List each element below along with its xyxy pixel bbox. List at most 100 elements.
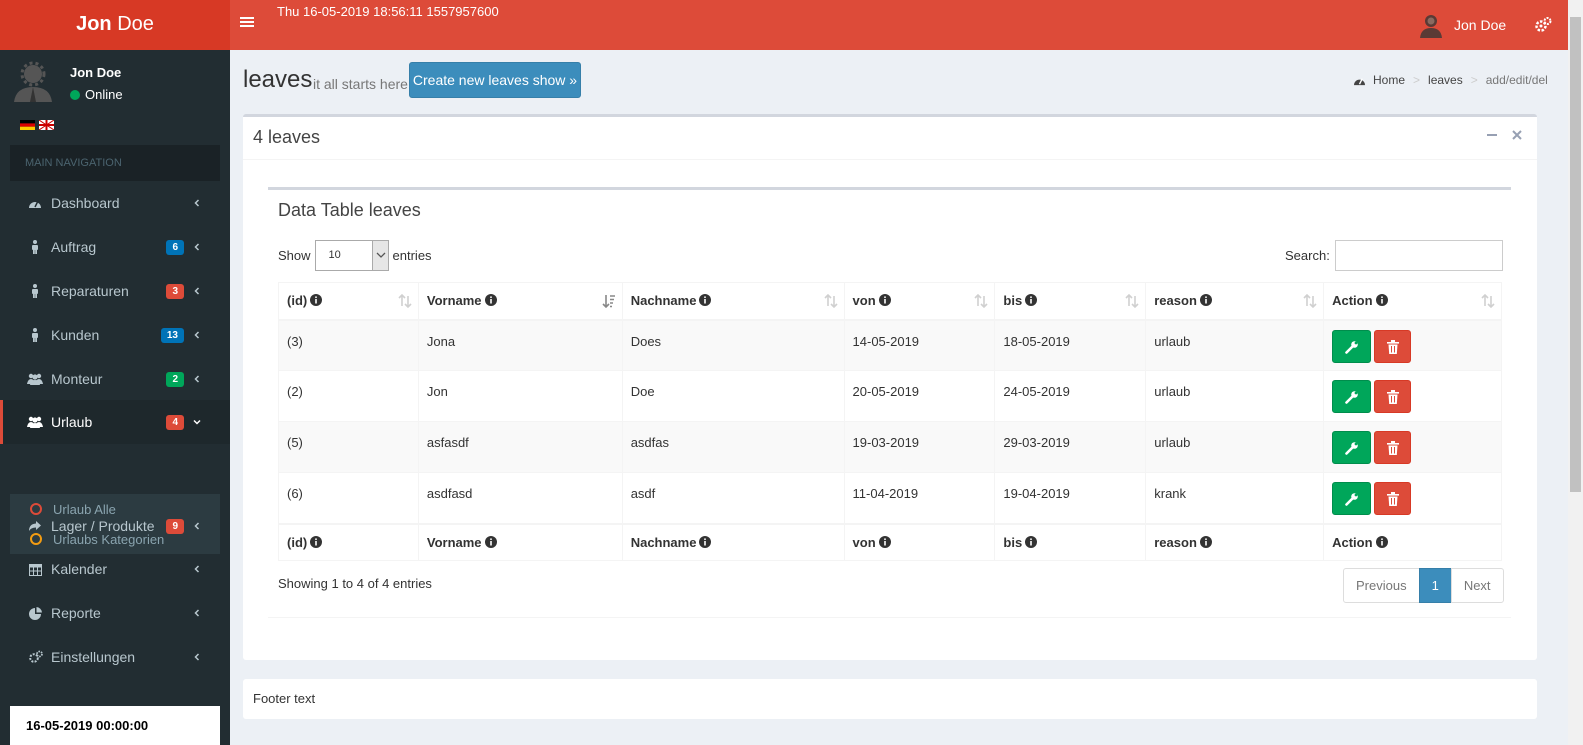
online-dot-icon <box>70 89 80 100</box>
footer-header-vorname: Vorname <box>417 522 623 561</box>
hamburger-menu-icon[interactable] <box>240 15 260 35</box>
column-header-label: Action <box>1332 293 1373 309</box>
column-header-reason[interactable]: reason <box>1145 282 1325 321</box>
pagination-next[interactable]: Next <box>1450 568 1504 603</box>
uk-flag-icon[interactable] <box>39 120 54 130</box>
delete-button[interactable] <box>1374 482 1412 515</box>
sidebar-item-einstellungen[interactable]: Einstellungen <box>0 635 230 679</box>
page-length-select[interactable]: 10 <box>314 240 389 271</box>
logo[interactable]: Jon Doe <box>0 0 230 50</box>
breadcrumb-home[interactable]: Home <box>1373 73 1405 87</box>
edit-button[interactable] <box>1332 482 1372 515</box>
sidebar-item-label: Kalender <box>51 561 108 577</box>
info-icon <box>1375 294 1388 307</box>
person-icon <box>27 327 43 343</box>
page-length-control: Show 10 entries <box>278 240 432 271</box>
cell-bis: 18-05-2019 <box>994 319 1147 371</box>
person-icon <box>27 239 43 255</box>
user-menu[interactable]: Jon Doe <box>1418 12 1506 38</box>
status-indicator: Online <box>70 87 123 102</box>
column-footer-label: reason <box>1154 534 1197 550</box>
delete-button[interactable] <box>1374 329 1412 363</box>
share-icon <box>27 518 43 534</box>
sidebar-item-kunden[interactable]: Kunden 13 <box>0 313 230 357</box>
entries-label: entries <box>392 248 432 263</box>
sort-icon <box>1125 294 1139 308</box>
delete-button[interactable] <box>1374 431 1412 464</box>
breadcrumb-leaves[interactable]: leaves <box>1428 73 1463 87</box>
info-icon <box>1199 294 1212 307</box>
count-badge: 6 <box>166 239 184 255</box>
logo-second: Doe <box>111 13 154 35</box>
breadcrumb-separator: > <box>1413 73 1421 87</box>
edit-button[interactable] <box>1332 380 1372 413</box>
info-icon <box>484 535 497 548</box>
sidebar-item-label: Einstellungen <box>51 649 136 665</box>
column-header-bis[interactable]: bis <box>994 282 1147 321</box>
sidebar-item-monteur[interactable]: Monteur 2 <box>0 357 230 401</box>
sidebar-item-dashboard[interactable]: Dashboard <box>0 181 230 225</box>
page-length-value: 10 <box>328 249 341 261</box>
cell-nachname: asdfas <box>621 421 845 473</box>
pagination-previous[interactable]: Previous <box>1343 568 1420 603</box>
footer-header-id: (id) <box>278 522 419 561</box>
data-table-box: Data Table leaves Show 10 entries Search… <box>268 187 1511 618</box>
search-label: Search: <box>1285 248 1330 263</box>
search-input[interactable] <box>1334 240 1503 271</box>
cell-nachname: asdf <box>621 472 845 524</box>
box-header-divider <box>243 159 1537 160</box>
leaves-table: (id) Vorname Nachname von bis reason Act… <box>278 282 1502 561</box>
sidebar-item-reporte[interactable]: Reporte <box>0 591 230 635</box>
german-flag-icon[interactable] <box>20 120 35 130</box>
edit-button[interactable] <box>1332 329 1372 363</box>
info-icon <box>1375 535 1388 548</box>
count-badge: 3 <box>166 283 184 299</box>
cell-nachname: Doe <box>621 370 845 422</box>
chevron-left-icon <box>194 375 200 383</box>
count-badge: 9 <box>166 518 184 534</box>
close-icon[interactable] <box>1511 129 1523 141</box>
info-icon <box>310 535 323 548</box>
trash-icon <box>1386 441 1399 455</box>
sidebar-item-urlaub[interactable]: Urlaub 4 <box>0 400 230 444</box>
pagination-page-1[interactable]: 1 <box>1418 568 1452 603</box>
person-icon <box>27 283 43 299</box>
minimize-icon[interactable] <box>1486 129 1498 141</box>
vertical-scrollbar[interactable] <box>1568 0 1583 745</box>
column-header-von[interactable]: von <box>843 282 996 321</box>
info-icon <box>699 294 712 307</box>
header-user-name: Jon Doe <box>1454 17 1507 33</box>
user-avatar-icon <box>1420 15 1442 38</box>
cell-reason: urlaub <box>1145 421 1325 473</box>
column-header-vorname[interactable]: Vorname <box>417 282 623 321</box>
calendar-icon <box>27 561 43 577</box>
gears-icon[interactable] <box>1534 16 1552 34</box>
scrollbar-thumb[interactable] <box>1570 17 1581 492</box>
table-row: (3) Jona Does 14-05-2019 18-05-2019 urla… <box>278 319 1502 371</box>
sidebar-item-reparaturen[interactable]: Reparaturen 3 <box>0 269 230 313</box>
cell-bis: 29-03-2019 <box>994 421 1147 473</box>
tachometer-icon <box>27 195 43 211</box>
cell-action <box>1323 421 1502 473</box>
column-header-nachname[interactable]: Nachname <box>621 282 845 321</box>
sort-icon <box>1303 294 1317 308</box>
sidebar-item-label: Dashboard <box>51 195 120 211</box>
column-header-action[interactable]: Action <box>1323 282 1502 321</box>
info-icon <box>699 535 712 548</box>
sidebar-item-auftrag[interactable]: Auftrag 6 <box>0 225 230 269</box>
column-header-label: (id) <box>287 293 308 309</box>
cell-vorname: Jona <box>417 319 623 371</box>
cell-reason: urlaub <box>1145 370 1325 422</box>
sidebar-item-lager[interactable]: Lager / Produkte 9 <box>0 504 230 548</box>
edit-button[interactable] <box>1332 431 1372 464</box>
sidebar-item-label: Reporte <box>51 605 101 621</box>
sidebar-item-kalender[interactable]: Kalender <box>0 547 230 591</box>
table-row: (6) asdfasd asdf 11-04-2019 19-04-2019 k… <box>278 472 1502 524</box>
main-header: Jon Doe Thu 16-05-2019 18:56:11 15579576… <box>0 0 1583 50</box>
cell-von: 14-05-2019 <box>843 319 996 371</box>
cell-reason: urlaub <box>1145 319 1325 371</box>
wrench-icon <box>1344 340 1358 354</box>
delete-button[interactable] <box>1374 380 1412 413</box>
column-header-id[interactable]: (id) <box>278 282 419 321</box>
create-leaves-button[interactable]: Create new leaves show » <box>409 62 581 98</box>
